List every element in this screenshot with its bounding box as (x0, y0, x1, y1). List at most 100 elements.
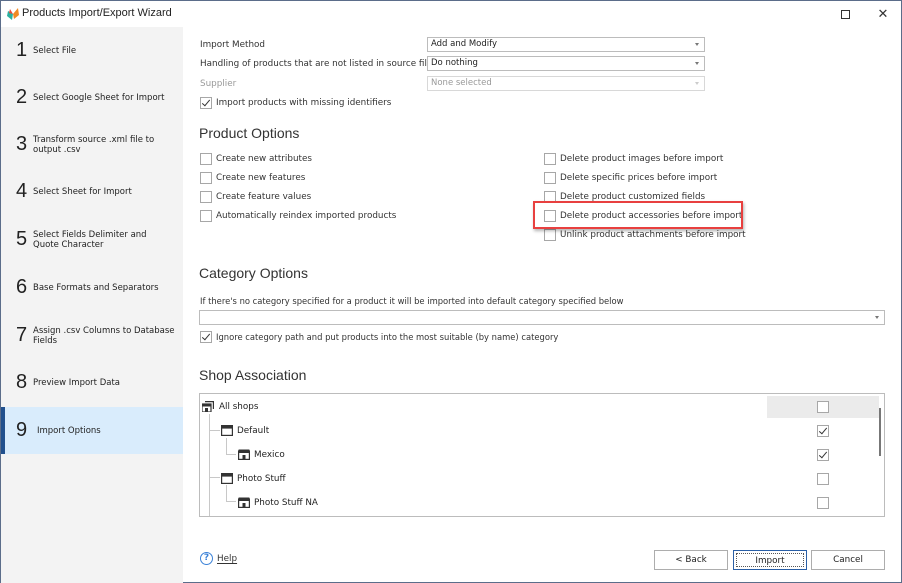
handling-dropdown[interactable]: Do nothing (427, 56, 705, 71)
missing-identifiers-label: Import products with missing identifiers (216, 98, 392, 108)
highlight-annotation (533, 201, 743, 229)
supplier-dropdown: None selected (427, 76, 705, 91)
step-label: Import Options (37, 425, 101, 436)
category-description: If there's no category specified for a p… (200, 296, 624, 306)
category-options-title: Category Options (199, 265, 308, 281)
create-feature-values-label: Create feature values (216, 192, 312, 202)
back-button[interactable]: < Back (654, 550, 728, 570)
step-number: 9 (16, 419, 28, 441)
delete-specific-prices-label: Delete specific prices before import (560, 173, 718, 183)
store-icon (238, 449, 250, 460)
store-icon (238, 497, 250, 508)
shop-row-mexico[interactable]: Mexico (200, 443, 884, 467)
step-select-file[interactable]: 1 Select File (1, 27, 183, 74)
step-assign-columns[interactable]: 7 Assign .csv Columns to Database Fields (1, 312, 183, 359)
chevron-down-icon (695, 82, 699, 85)
step-label: Select Google Sheet for Import (33, 92, 165, 103)
import-method-value: Add and Modify (431, 39, 498, 49)
unlink-attachments-checkbox[interactable] (544, 229, 556, 241)
step-select-google-sheet[interactable]: 2 Select Google Sheet for Import (1, 74, 183, 121)
shop-label: Mexico (254, 450, 285, 460)
step-select-sheet[interactable]: 4 Select Sheet for Import (1, 168, 183, 215)
window-title: Products Import/Export Wizard (22, 7, 172, 19)
step-number: 4 (16, 180, 28, 202)
shop-group-icon (202, 401, 214, 412)
close-icon: ✕ (877, 6, 889, 22)
import-method-label: Import Method (200, 40, 265, 50)
help-label: Help (217, 553, 238, 564)
shop-checkbox-all-shops[interactable] (817, 401, 829, 413)
import-label: Import (736, 553, 804, 567)
create-attributes-label: Create new attributes (216, 154, 312, 164)
shop-label: Photo Stuff (237, 474, 286, 484)
handling-value: Do nothing (431, 58, 478, 68)
ignore-category-path-checkbox[interactable] (200, 331, 212, 343)
import-button[interactable]: Import (733, 550, 807, 570)
shop-tree: All shops Default Mexico Photo Stuff Pho… (199, 393, 885, 517)
wizard-window: Products Import/Export Wizard ✕ 1 Select… (0, 0, 902, 583)
shop-checkbox-default[interactable] (817, 425, 829, 437)
delete-specific-prices-checkbox[interactable] (544, 172, 556, 184)
step-label: Select File (33, 45, 77, 56)
missing-identifiers-checkbox[interactable] (200, 97, 212, 109)
step-label: Base Formats and Separators (33, 282, 159, 293)
unlink-attachments-label: Unlink product attachments before import (560, 230, 746, 240)
window-icon (221, 425, 233, 436)
shop-checkbox-photo-stuff-na[interactable] (817, 497, 829, 509)
cancel-label: Cancel (833, 555, 863, 565)
shop-label: All shops (219, 402, 259, 412)
step-preview-import[interactable]: 8 Preview Import Data (1, 359, 183, 406)
step-number: 7 (16, 324, 28, 346)
step-import-options[interactable]: 9 Import Options (1, 407, 183, 454)
step-transform-xml[interactable]: 3 Transform source .xml file to output .… (1, 121, 183, 168)
shop-label: Default (237, 426, 270, 436)
step-number: 6 (16, 276, 28, 298)
step-label: Preview Import Data (33, 377, 120, 388)
supplier-value: None selected (431, 78, 492, 88)
step-base-formats[interactable]: 6 Base Formats and Separators (1, 264, 183, 311)
step-label: Select Sheet for Import (33, 186, 132, 197)
create-feature-values-checkbox[interactable] (200, 191, 212, 203)
close-button[interactable]: ✕ (865, 1, 901, 27)
help-link[interactable]: ? Help (200, 552, 237, 565)
step-number: 5 (16, 228, 28, 250)
step-delimiter[interactable]: 5 Select Fields Delimiter and Quote Char… (1, 216, 183, 263)
handling-label: Handling of products that are not listed… (200, 59, 433, 69)
maximize-icon (840, 9, 850, 19)
app-logo-icon (7, 8, 19, 20)
step-number: 1 (16, 39, 28, 61)
chevron-down-icon (875, 316, 879, 319)
reindex-label: Automatically reindex imported products (216, 211, 397, 221)
tree-scrollbar[interactable] (879, 408, 881, 456)
create-attributes-checkbox[interactable] (200, 153, 212, 165)
cancel-button[interactable]: Cancel (811, 550, 885, 570)
create-features-label: Create new features (216, 173, 306, 183)
default-category-dropdown[interactable] (199, 310, 885, 325)
shop-row-all-shops[interactable]: All shops (200, 395, 884, 419)
step-label: Transform source .xml file to output .cs… (33, 134, 155, 155)
chevron-down-icon (695, 62, 699, 65)
maximize-button[interactable] (827, 1, 863, 27)
shop-checkbox-mexico[interactable] (817, 449, 829, 461)
help-icon: ? (200, 552, 213, 565)
shop-row-default[interactable]: Default (200, 419, 884, 443)
shop-row-photo-stuff-na[interactable]: Photo Stuff NA (200, 491, 884, 515)
step-number: 8 (16, 371, 28, 393)
delete-images-checkbox[interactable] (544, 153, 556, 165)
step-label: Assign .csv Columns to Database Fields (33, 325, 175, 346)
window-icon (221, 473, 233, 484)
shop-association-title: Shop Association (199, 367, 307, 383)
step-number: 2 (16, 86, 28, 108)
chevron-down-icon (695, 43, 699, 46)
step-label: Select Fields Delimiter and Quote Charac… (33, 229, 147, 250)
title-bar: Products Import/Export Wizard ✕ (1, 1, 901, 27)
ignore-category-path-label: Ignore category path and put products in… (216, 332, 559, 342)
shop-checkbox-photo-stuff[interactable] (817, 473, 829, 485)
create-features-checkbox[interactable] (200, 172, 212, 184)
shop-label: Photo Stuff NA (254, 498, 318, 508)
shop-row-photo-stuff[interactable]: Photo Stuff (200, 467, 884, 491)
import-method-dropdown[interactable]: Add and Modify (427, 37, 705, 52)
delete-images-label: Delete product images before import (560, 154, 724, 164)
reindex-checkbox[interactable] (200, 210, 212, 222)
supplier-label: Supplier (200, 79, 237, 89)
